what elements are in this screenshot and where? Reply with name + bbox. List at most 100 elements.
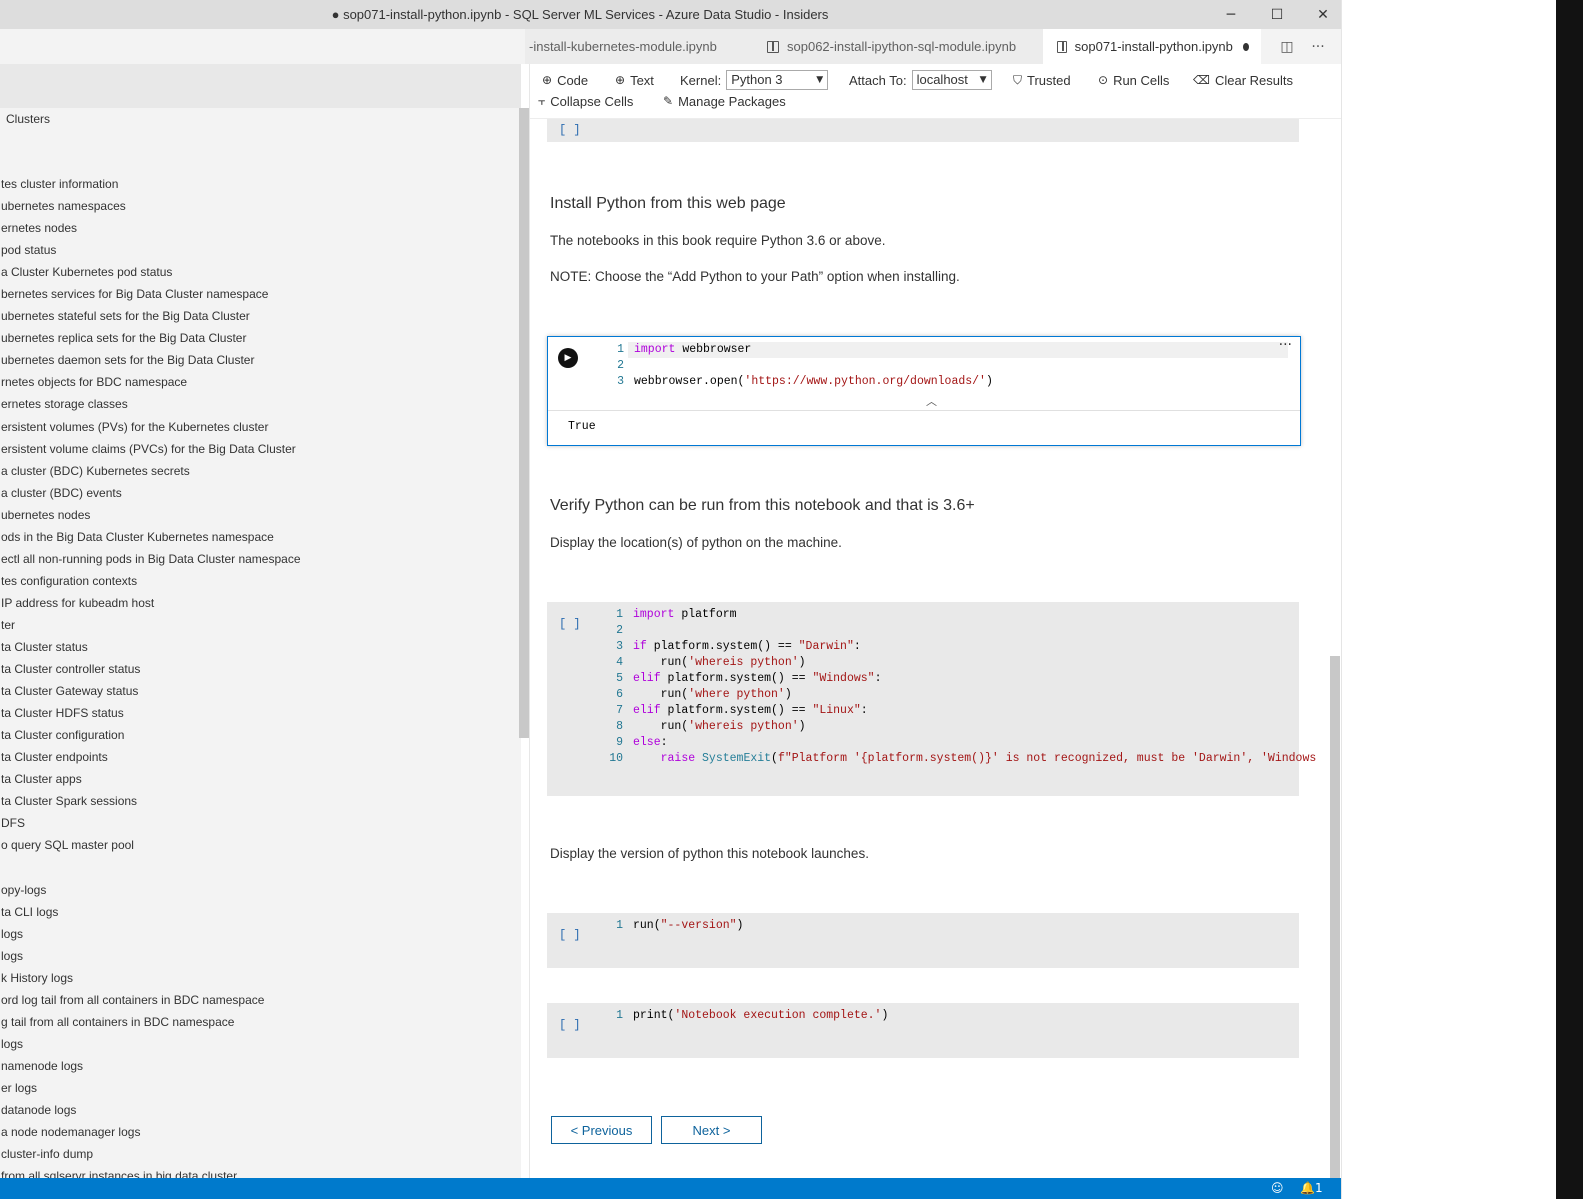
line-number: 1 <box>616 608 623 621</box>
sidebar-tree-item[interactable]: datanode logs <box>0 1099 301 1121</box>
kernel-label: Kernel: <box>680 72 722 88</box>
sidebar-tree-item[interactable]: from all sqlservr instances in big data … <box>0 1165 301 1178</box>
code-line[interactable]: webbrowser.open('https://www.python.org/… <box>634 374 993 390</box>
code-cell[interactable]: [ ] 1 run("--version") <box>547 913 1299 968</box>
attach-select[interactable]: localhost ▼ <box>911 70 992 90</box>
sidebar-tree-item[interactable]: ta CLI logs <box>0 901 301 923</box>
sidebar-tree-item[interactable]: cluster-info dump <box>0 1143 301 1165</box>
trusted-button[interactable]: ⛉ Trusted <box>1013 71 1071 89</box>
sidebar-tree-item[interactable]: logs <box>0 1033 301 1055</box>
sidebar-tree-item[interactable]: ta Cluster apps <box>0 768 301 790</box>
execution-count: [ ] <box>559 617 581 631</box>
collapse-cells-button[interactable]: ⫟ Collapse Cells <box>538 92 633 110</box>
sidebar-tree-item[interactable]: opy-logs <box>0 879 301 901</box>
sidebar-tree-item[interactable]: ta Cluster endpoints <box>0 746 301 768</box>
code-cell[interactable]: [ ] 1 print('Notebook execution complete… <box>547 1003 1299 1058</box>
add-text-button[interactable]: ⊕ Text <box>615 71 654 89</box>
sidebar-tree-item[interactable]: logs <box>0 945 301 967</box>
sidebar-tree-item[interactable]: ersistent volume claims (PVCs) for the B… <box>0 438 301 460</box>
attach-label: Attach To: <box>849 72 907 88</box>
previous-button[interactable]: < Previous <box>551 1116 652 1144</box>
line-number: 2 <box>617 359 624 372</box>
line-number: 2 <box>616 624 623 637</box>
maximize-button[interactable]: ☐ <box>1254 0 1300 29</box>
sidebar-tree-item[interactable]: ta Cluster HDFS status <box>0 702 301 724</box>
sidebar-tree-item[interactable]: ta Cluster Gateway status <box>0 680 301 702</box>
sidebar-tree-item[interactable]: tes configuration contexts <box>0 570 301 592</box>
sidebar-tree-item[interactable]: ubernetes replica sets for the Big Data … <box>0 327 301 349</box>
sidebar-tree-item[interactable]: g tail from all containers in BDC namesp… <box>0 1011 301 1033</box>
code-line[interactable]: print('Notebook execution complete.') <box>633 1008 888 1024</box>
notebook-editor: ⊕ Code ⊕ Text Kernel: Python 3 ▼ Attach To:… <box>530 64 1341 1178</box>
add-code-button[interactable]: ⊕ Code <box>542 71 588 89</box>
feedback-icon[interactable]: ☺ <box>1271 1181 1284 1195</box>
code-line[interactable]: run('whereis python') <box>633 655 806 671</box>
active-code-cell[interactable]: ▶ 1 2 3 import webbrowser webbrowser.ope… <box>547 336 1301 446</box>
tab-sop071[interactable]: sop071-install-python.ipynb <box>1043 29 1262 64</box>
next-button[interactable]: Next > <box>661 1116 762 1144</box>
sidebar-scrollbar[interactable] <box>519 108 529 738</box>
sidebar-tree-item[interactable]: ta Cluster controller status <box>0 658 301 680</box>
plus-circle-icon: ⊕ <box>615 73 626 87</box>
code-line[interactable]: run('whereis python') <box>633 719 806 735</box>
manage-packages-button[interactable]: ✎ Manage Packages <box>663 92 786 110</box>
clear-results-button[interactable]: ⌫ Clear Results <box>1193 71 1293 89</box>
sidebar-tree-item[interactable]: ord log tail from all containers in BDC … <box>0 989 301 1011</box>
sidebar-tree-item[interactable]: ubernetes namespaces <box>0 195 301 217</box>
sidebar-tree-item[interactable]: bernetes services for Big Data Cluster n… <box>0 283 301 305</box>
sidebar-tree-item[interactable]: pod status <box>0 239 301 261</box>
collapse-chevron-icon[interactable]: ︿ <box>926 393 937 409</box>
code-line[interactable]: else: <box>633 735 668 751</box>
sidebar-tree-item[interactable]: ectl all non-running pods in Big Data Cl… <box>0 548 301 570</box>
code-line[interactable]: if platform.system() == "Darwin": <box>633 639 861 655</box>
sidebar-tree-item[interactable]: ubernetes nodes <box>0 504 301 526</box>
sidebar-tree-item[interactable]: ubernetes daemon sets for the Big Data C… <box>0 349 301 371</box>
sidebar-tree-item[interactable]: a cluster (BDC) Kubernetes secrets <box>0 460 301 482</box>
sidebar-tree-item[interactable]: a cluster (BDC) events <box>0 482 301 504</box>
run-cells-button[interactable]: ⊙ Run Cells <box>1098 71 1169 89</box>
tab-sop062[interactable]: sop062-install-ipython-sql-module.ipynb <box>753 29 1044 64</box>
sidebar-section-clusters[interactable]: Clusters <box>6 112 50 126</box>
close-button[interactable]: ✕ <box>1300 0 1341 29</box>
run-cell-button[interactable]: ▶ <box>558 348 578 368</box>
sidebar-tree-item[interactable]: ersistent volumes (PVs) for the Kubernet… <box>0 416 301 438</box>
sidebar-tree-item[interactable]: tes cluster information <box>0 173 301 195</box>
sidebar-tree-item[interactable]: k History logs <box>0 967 301 989</box>
code-line[interactable]: elif platform.system() == "Windows": <box>633 671 881 687</box>
sidebar-tree-item[interactable]: DFS <box>0 812 301 834</box>
sidebar-tree-item[interactable]: a Cluster Kubernetes pod status <box>0 261 301 283</box>
sidebar-tree-item[interactable]: ods in the Big Data Cluster Kubernetes n… <box>0 526 301 548</box>
sidebar-tree-item[interactable]: ta Cluster status <box>0 636 301 658</box>
sidebar-tree-item[interactable]: o query SQL master pool <box>0 834 301 856</box>
split-editor-icon[interactable]: ◫ <box>1271 29 1303 64</box>
sidebar-tree-item[interactable]: namenode logs <box>0 1055 301 1077</box>
code-line[interactable]: elif platform.system() == "Linux": <box>633 703 868 719</box>
minimize-button[interactable]: ─ <box>1208 0 1254 29</box>
sidebar-tree-item[interactable]: er logs <box>0 1077 301 1099</box>
code-cell[interactable]: [ ] 1 2 3 4 5 6 7 8 9 10 import platform… <box>547 602 1316 796</box>
sidebar-tree-item[interactable]: ernetes storage classes <box>0 393 301 415</box>
sidebar-tree-item[interactable]: ta Cluster configuration <box>0 724 301 746</box>
sidebar-tree-item[interactable]: ta Cluster Spark sessions <box>0 790 301 812</box>
editor-scrollbar[interactable] <box>1330 656 1340 1178</box>
more-actions-icon[interactable]: ··· <box>1302 29 1334 64</box>
code-cell[interactable]: [ ] <box>547 119 1299 142</box>
sidebar-tree-item[interactable] <box>0 856 301 878</box>
sidebar-tree-item[interactable]: rnetes objects for BDC namespace <box>0 371 301 393</box>
sidebar-tree-item[interactable]: IP address for kubeadm host <box>0 592 301 614</box>
notifications-icon[interactable]: 🔔1 <box>1300 1181 1323 1195</box>
cell-more-icon[interactable]: ··· <box>1279 337 1292 353</box>
tab-install-kubernetes-module[interactable]: -install-kubernetes-module.ipynb <box>525 29 758 64</box>
kernel-select[interactable]: Python 3 ▼ <box>726 70 829 90</box>
code-line[interactable]: run("--version") <box>633 918 743 934</box>
sidebar-tree-item[interactable]: ubernetes stateful sets for the Big Data… <box>0 305 301 327</box>
sidebar-tree-item[interactable]: ter <box>0 614 301 636</box>
sidebar-tree-item[interactable]: ernetes nodes <box>0 217 301 239</box>
code-line[interactable]: import webbrowser <box>634 342 751 358</box>
sidebar-tree-item[interactable]: a node nodemanager logs <box>0 1121 301 1143</box>
code-line[interactable]: run('where python') <box>633 687 792 703</box>
unsaved-dot-icon[interactable] <box>1242 42 1249 51</box>
sidebar-tree-item[interactable]: logs <box>0 923 301 945</box>
code-line[interactable]: import platform <box>633 607 737 623</box>
code-line[interactable]: raise SystemExit(f"Platform '{platform.s… <box>633 751 1317 767</box>
